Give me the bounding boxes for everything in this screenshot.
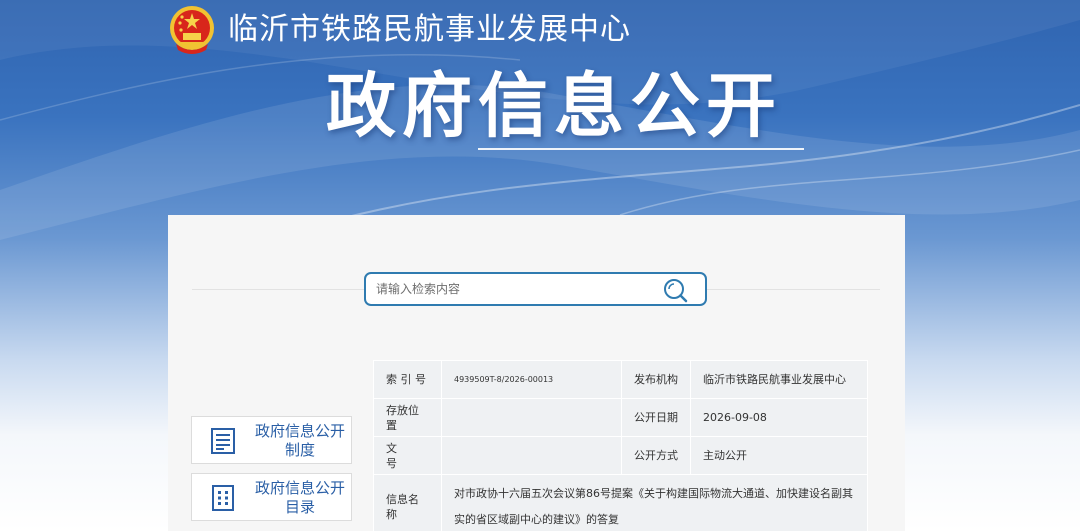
table-row: 信息名称 对市政协十六届五次会议第86号提案《关于构建国际物流大通道、加快建设名… [373,474,868,531]
storage-location-value [441,398,622,437]
publisher-value: 临沂市铁路民航事业发展中心 [690,360,868,399]
publish-date-value: 2026-09-08 [690,398,868,437]
table-row: 文 号 公开方式 主动公开 [373,436,868,475]
index-number-label: 索 引 号 [373,360,442,399]
document-number-value [441,436,622,475]
disclosure-method-value: 主动公开 [690,436,868,475]
list-document-icon [211,428,235,454]
search-box [364,272,707,306]
info-name-label: 信息名称 [373,474,442,531]
table-row: 存放位置 公开日期 2026-09-08 [373,398,868,437]
title-underline [478,148,804,150]
disclosure-method-label: 公开方式 [621,436,691,475]
sidebar-item-label: 政府信息公开目录 [254,479,345,516]
publisher-label: 发布机构 [621,360,691,399]
publish-date-label: 公开日期 [621,398,691,437]
storage-location-label: 存放位置 [373,398,442,437]
table-row: 索 引 号 4939509T-8/2026-00013 发布机构 临沂市铁路民航… [373,360,868,399]
banner-title: 政府信息公开 [326,65,782,147]
index-number-value: 4939509T-8/2026-00013 [441,360,622,399]
document-number-label: 文 号 [373,436,442,475]
document-info-table: 索 引 号 4939509T-8/2026-00013 发布机构 临沂市铁路民航… [373,360,868,531]
sidebar-item-disclosure-rules[interactable]: 政府信息公开制度 [191,416,352,464]
page-header: 临沂市铁路民航事业发展中心 政府信息公开 [0,0,1080,215]
search-input[interactable] [376,274,646,304]
grid-document-icon [212,485,234,511]
national-emblem-icon [170,6,214,54]
search-icon[interactable] [662,277,688,303]
info-name-value: 对市政协十六届五次会议第86号提案《关于构建国际物流大通道、加快建设名副其实的省… [441,474,868,531]
sidebar-item-disclosure-catalog[interactable]: 政府信息公开目录 [191,473,352,521]
sidebar-item-label: 政府信息公开制度 [254,422,345,459]
organization-name: 临沂市铁路民航事业发展中心 [228,12,631,47]
